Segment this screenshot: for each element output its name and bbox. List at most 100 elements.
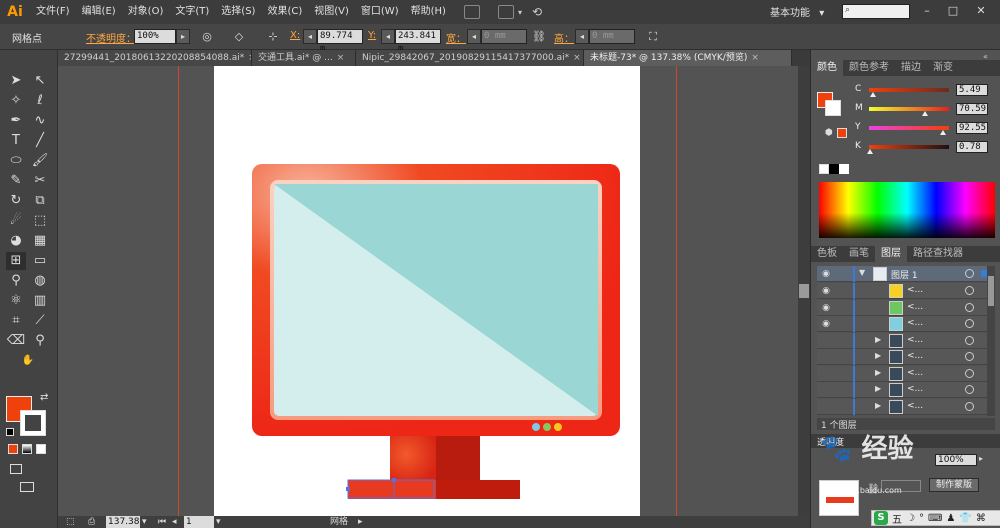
menu-window[interactable]: 窗口(W) — [355, 0, 405, 24]
status-menu-icon[interactable]: ▸ — [358, 516, 363, 528]
ime-skin-icon[interactable]: 👕 — [959, 513, 971, 524]
menu-edit[interactable]: 编辑(E) — [76, 0, 122, 24]
recolor-icon[interactable]: ◎ — [200, 30, 214, 43]
channel-slider-knob[interactable] — [922, 111, 929, 116]
mesh-tool-icon[interactable]: ⊞ — [6, 252, 26, 270]
tab-document-1[interactable]: 27299441_20180613220208854088.ai* × — [58, 50, 252, 66]
y-input[interactable]: 243.841 m — [395, 29, 441, 54]
ime-mode-icon[interactable]: 五 — [892, 511, 902, 526]
scroll-thumb[interactable] — [799, 284, 809, 298]
symbol-sprayer-tool-icon[interactable]: ⚛ — [6, 292, 26, 310]
tab-document-3[interactable]: Nipic_29842067_20190829115417377000.ai* … — [356, 50, 584, 66]
ime-user-icon[interactable]: ♟ — [946, 513, 955, 524]
sublayer-name[interactable]: <... — [907, 401, 923, 411]
visibility-eye-icon[interactable] — [820, 351, 832, 363]
ime-logo-icon[interactable]: S — [874, 511, 888, 525]
opacity-label[interactable]: 不透明度： — [86, 30, 136, 45]
eraser-tool-icon[interactable]: ⌫ — [6, 332, 26, 350]
maximize-icon[interactable]: □ — [944, 4, 962, 18]
slice-tool-icon[interactable]: ⟋ — [30, 312, 50, 330]
anchor-point[interactable] — [346, 487, 350, 491]
curvature-tool-icon[interactable]: ∿ — [30, 112, 50, 130]
target-icon[interactable] — [965, 401, 974, 411]
close-icon[interactable]: × — [337, 50, 345, 66]
ime-punct-icon[interactable]: ° — [919, 513, 924, 524]
menu-object[interactable]: 对象(O) — [122, 0, 170, 24]
out-of-gamut-icon[interactable]: ⬢ — [825, 128, 833, 138]
tab-pathfinder[interactable]: 路径查找器 — [907, 246, 969, 262]
target-icon[interactable] — [965, 286, 974, 295]
warp-tool-icon[interactable]: ☄ — [6, 212, 26, 230]
x-stepper[interactable]: ◂ — [303, 29, 317, 44]
sublayer-row[interactable]: ▶ <... — [817, 349, 995, 365]
tab-gradient[interactable]: 渐变 — [927, 60, 959, 76]
sublayer-row[interactable]: ▶ <... — [817, 382, 995, 398]
perspective-grid-tool-icon[interactable]: ▦ — [30, 232, 50, 250]
sublayer-row[interactable]: ◉ <... — [817, 316, 995, 332]
menu-help[interactable]: 帮助(H) — [405, 0, 452, 24]
visibility-eye-icon[interactable]: ◉ — [820, 285, 832, 297]
expand-arrow-icon[interactable]: ▶ — [875, 384, 881, 393]
ellipse-tool-icon[interactable]: ⬭ — [6, 152, 26, 170]
make-mask-button[interactable]: 制作蒙版 — [929, 478, 979, 492]
sublayer-name[interactable]: <... — [907, 285, 923, 295]
target-icon[interactable] — [965, 352, 974, 361]
opacity-field[interactable]: 100% — [935, 454, 977, 466]
link-icon[interactable]: ⛓ — [532, 30, 546, 43]
layer-name[interactable]: 图层 1 — [891, 268, 918, 281]
close-icon[interactable]: ✕ — [972, 4, 990, 18]
sublayer-name[interactable]: <... — [907, 302, 923, 312]
none-swatch[interactable] — [819, 164, 829, 174]
artboard-nav-icon[interactable]: ⬚ — [66, 516, 75, 528]
sublayer-row[interactable]: ▶ <... — [817, 365, 995, 382]
sublayer-name[interactable]: <... — [907, 384, 923, 394]
tab-brushes[interactable]: 画笔 — [843, 246, 875, 262]
visibility-eye-icon[interactable] — [820, 401, 832, 413]
black-swatch[interactable] — [829, 164, 839, 174]
visibility-eye-icon[interactable]: ◉ — [820, 268, 832, 280]
tab-document-4[interactable]: 未标题-73* @ 137.38% (CMYK/预览) × — [584, 50, 792, 66]
menu-type[interactable]: 文字(T) — [169, 0, 215, 24]
width-stepper[interactable]: ◂ — [467, 29, 481, 44]
expand-arrow-icon[interactable]: ▶ — [875, 351, 881, 360]
isolate-icon[interactable]: ⛶ — [646, 30, 660, 43]
ime-tools-icon[interactable]: ⌘ — [976, 513, 986, 524]
rotate-tool-icon[interactable]: ↻ — [6, 192, 26, 210]
paintbrush-tool-icon[interactable]: 🖌 — [30, 152, 50, 170]
tab-swatches[interactable]: 色板 — [811, 246, 843, 262]
white-swatch[interactable] — [839, 164, 849, 174]
color-spectrum[interactable] — [819, 182, 995, 238]
tab-color-guide[interactable]: 颜色参考 — [843, 60, 895, 76]
pen-tool-icon[interactable]: ✒ — [6, 112, 26, 130]
monitor-illustration[interactable] — [214, 66, 640, 516]
bridge-icon[interactable] — [463, 5, 480, 19]
sublayer-name[interactable]: <... — [907, 351, 923, 361]
prev-page-icon[interactable]: ◂ — [172, 516, 177, 528]
column-graph-tool-icon[interactable]: ▥ — [30, 292, 50, 310]
selection-tool-icon[interactable]: ➤ — [6, 72, 26, 90]
gradient-mode-icon[interactable] — [22, 444, 32, 454]
channel-slider-knob[interactable] — [940, 130, 947, 135]
menu-file[interactable]: 文件(F) — [30, 0, 76, 24]
channel-slider-track[interactable] — [869, 126, 949, 130]
eyedropper-tool-icon[interactable]: ⚲ — [6, 272, 26, 290]
layer-row[interactable]: ◉ ▼ 图层 1 — [817, 266, 995, 282]
scroll-thumb[interactable] — [988, 276, 994, 306]
anchor-point[interactable] — [392, 478, 396, 482]
gradient-tool-icon[interactable]: ▭ — [30, 252, 50, 270]
lasso-tool-icon[interactable]: ℓ — [30, 92, 50, 110]
tab-layers[interactable]: 图层 — [875, 246, 907, 262]
channel-value-input[interactable]: 5.49 — [956, 84, 988, 96]
menu-select[interactable]: 选择(S) — [215, 0, 261, 24]
layers-scrollbar[interactable] — [987, 266, 995, 416]
visibility-eye-icon[interactable] — [820, 368, 832, 380]
target-icon[interactable] — [965, 269, 974, 278]
ime-keyboard-icon[interactable]: ⌨ — [928, 513, 942, 524]
channel-value-input[interactable]: 70.59 — [956, 103, 988, 115]
vertical-scrollbar[interactable] — [798, 66, 810, 516]
gamut-swatch[interactable] — [837, 128, 847, 138]
scale-tool-icon[interactable]: ⧉ — [30, 192, 50, 210]
export-icon[interactable]: ⎙ — [88, 516, 95, 528]
close-icon[interactable]: × — [573, 50, 581, 66]
tab-color[interactable]: 颜色 — [811, 60, 843, 76]
